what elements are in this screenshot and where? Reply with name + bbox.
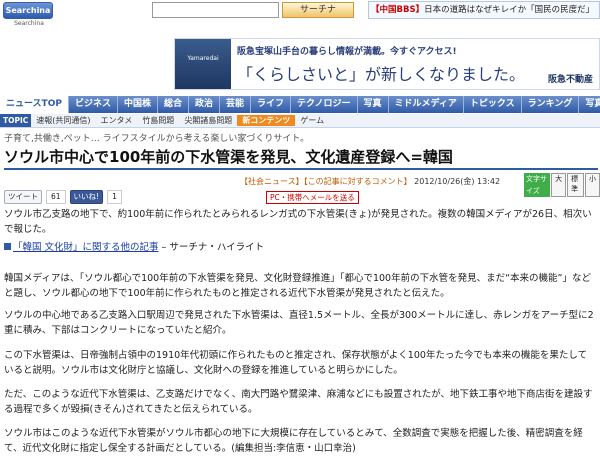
search-button[interactable]: サーチナ [282,2,354,18]
article-datetime: 2012/10/26(金) 13:42 [414,177,501,186]
nav-item-photo[interactable]: 写真 [358,96,389,113]
like-count: 1 [107,190,122,204]
topic-item-breaking[interactable]: 速報(共同通信) [31,115,95,126]
main-nav: ニュースTOP ビジネス 中国株 総合 政治 芸能 ライフ テクノロジー 写真 … [0,96,600,113]
article-headline: ソウル市中心で100年前の下水管渠を発見、文化遺産登録へ=韓国 [4,146,598,170]
logo-subtitle: Searchina [14,20,44,27]
topic-item-senkaku[interactable]: 尖閣諸島問題 [179,115,237,126]
nav-item-entertainment[interactable]: 芸能 [220,96,252,113]
social-buttons: ツイート 61 いいね! 1 [4,190,122,204]
related-articles: 「韓国 文化財」に関する他の記事 – サーチナ・ハイライト [4,240,596,255]
nav-item-politics[interactable]: 政治 [189,96,220,113]
tweet-count: 61 [46,190,66,204]
related-articles-suffix: – サーチナ・ハイライト [158,242,265,253]
ticker-tag: 【中国BBS】 [371,5,425,15]
nav-item-middle-media[interactable]: ミドルメディア [389,96,464,113]
topic-item-entame[interactable]: エンタメ [96,115,138,126]
banner-tagline: 阪急宝塚山手台の暮らし情報が満載。今すぐアクセス! [237,47,457,57]
promo-catchcopy[interactable]: 子育て,共働き,ペット… ライフスタイルから考える楽しい家づくりサイト。 [4,131,309,144]
font-size-label: 文字サイズ [524,173,551,197]
topic-item-takeshima[interactable]: 竹島問題 [137,115,179,126]
news-ticker[interactable]: 【中国BBS】日本の道路はなぜキレイか「国民の民度だ」 [368,1,600,19]
font-size-small[interactable]: 小 [585,173,600,197]
like-button[interactable]: いいね! [69,190,104,204]
logo-mark: Searchina [3,2,53,19]
nav-item-business[interactable]: ビジネス [69,96,118,113]
nav-item-technology[interactable]: テクノロジー [291,96,358,113]
tweet-button[interactable]: ツイート [4,190,42,204]
comment-link[interactable]: 【この記事に対するコメント】 [304,177,412,186]
topic-bar: TOPIC 速報(共同通信) エンタメ 竹島問題 尖閣諸島問題 新コンテンツ ゲ… [0,114,600,128]
font-size-control: 文字サイズ 大 標準 小 [524,173,600,197]
nav-item-topics[interactable]: トピックス [464,96,522,113]
nav-item-photo-2[interactable]: 写真 [579,96,600,113]
send-mail-button[interactable]: PC・携帯へメールを送る [266,191,359,204]
article-paragraph-1: ソウル市乙支路の地下で、約100年前に作られたとみられるレンガ式の下水管渠(きょ… [4,209,592,235]
ticker-text[interactable]: 日本の道路はなぜキレイか「国民の民度だ」 [424,5,594,15]
article-paragraph-5: ただ、このような近代下水管渠は、乙支路だけでなく、南大門路や鷺梁津、麻浦などにも… [4,389,593,415]
nav-item-general[interactable]: 総合 [158,96,189,113]
topic-item-new-content[interactable]: 新コンテンツ [237,115,296,126]
banner-brand: 阪急不動産 [547,75,593,85]
article-paragraph-6: ソウル市はこのような近代下水管渠がソウル市都心の地下に大規模に存在しているとみて… [4,428,583,454]
topic-label: TOPIC [0,114,32,127]
nav-item-china-stocks[interactable]: 中国株 [118,96,158,113]
article-paragraph-2: 韓国メディアは、「ソウル都心で100年前の下水管渠を発見、文化財登録推進」「都心… [4,273,591,299]
nav-item-life[interactable]: ライフ [251,96,292,113]
search-input[interactable] [152,2,279,18]
square-icon [4,243,11,250]
banner-headline: 「くらしさいと」が新しくなりました。 [237,65,526,84]
topic-item-game[interactable]: ゲーム [295,115,329,126]
site-logo[interactable]: Searchina Searchina [3,2,55,30]
font-size-large[interactable]: 大 [551,173,567,197]
banner-ad[interactable]: Yamaredai 阪急宝塚山手台の暮らし情報が満載。今すぐアクセス! 「くらし… [174,38,600,90]
nav-item-ranking[interactable]: ランキング [522,96,580,113]
related-articles-link[interactable]: 「韓国 文化財」に関する他の記事 [13,242,159,253]
font-size-standard[interactable]: 標準 [567,173,584,197]
nav-item-news-top[interactable]: ニュースTOP [0,96,69,113]
article-paragraph-4: この下水管渠は、日帝強制占領中の1910年代初頭に作られたものと推定され、保存状… [4,350,588,376]
article-meta: 【社会ニュース】【この記事に対するコメント】 2012/10/26(金) 13:… [240,176,500,187]
banner-image: Yamaredai [175,39,231,89]
article-category[interactable]: 【社会ニュース】 [240,177,304,186]
article-paragraph-3: ソウルの中心地である乙支路入口駅周辺で発見された下水管渠は、直径1.5メートル、… [4,310,594,336]
